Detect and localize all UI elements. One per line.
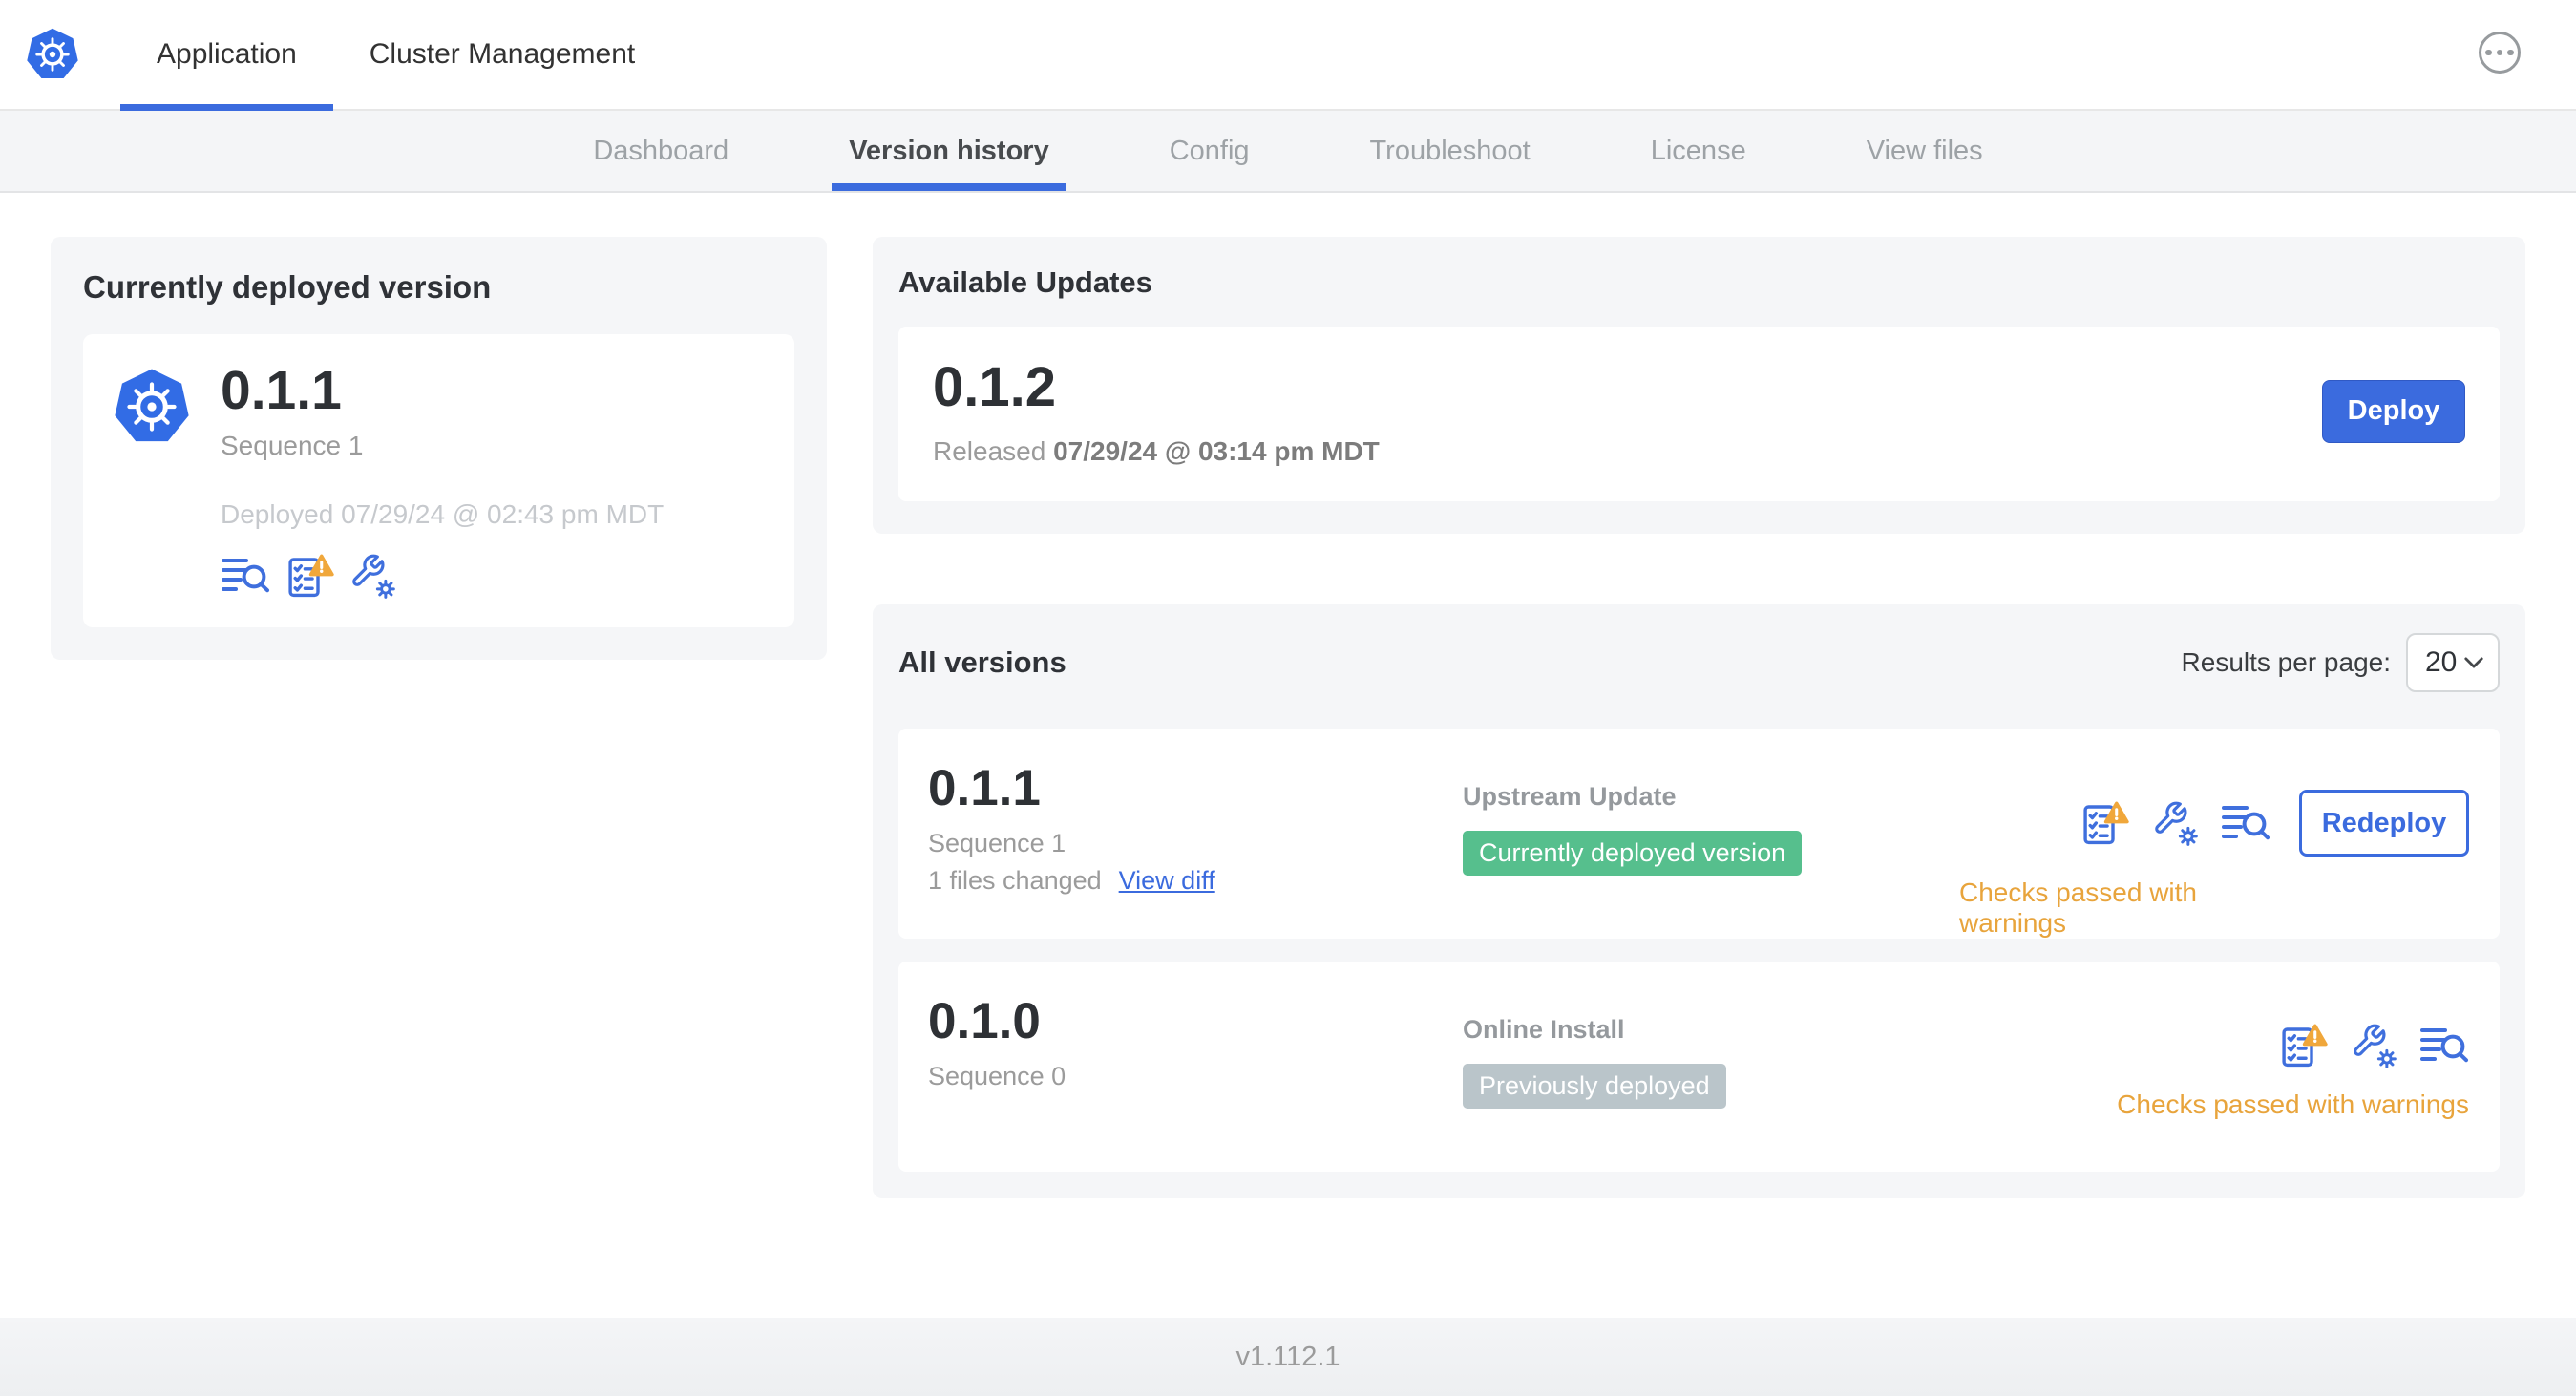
chevron-down-icon xyxy=(2463,656,2484,669)
version-action-icons: Redeploy xyxy=(2080,790,2469,857)
current-version-number: 0.1.1 xyxy=(221,360,342,421)
app-nav: Dashboard Version history Config Trouble… xyxy=(0,111,2576,193)
checks-status-text[interactable]: Checks passed with warnings xyxy=(2117,1089,2469,1120)
current-version-card: 0.1.1 Sequence 1 Deployed 07/29/24 @ 02:… xyxy=(83,334,794,627)
nav-tab-license[interactable]: License xyxy=(1634,111,1763,191)
header-tab-application[interactable]: Application xyxy=(120,0,333,111)
edit-config-icon[interactable] xyxy=(2152,800,2198,846)
all-versions-title: All versions xyxy=(898,645,1066,679)
all-versions-header: All versions Results per page: 20 xyxy=(898,633,2500,692)
nav-tab-config[interactable]: Config xyxy=(1152,111,1267,191)
deployment-status-badge: Previously deployed xyxy=(1463,1064,1726,1109)
currently-deployed-panel: Currently deployed version 0.1.1 Sequenc… xyxy=(51,237,827,660)
version-actions: Redeploy Checks passed with warnings xyxy=(1959,763,2481,939)
version-source: Upstream Update Currently deployed versi… xyxy=(1463,763,1959,939)
version-info: 0.1.0 Sequence 0 xyxy=(928,996,1463,1172)
edit-config-icon[interactable] xyxy=(2351,1023,2397,1068)
kubernetes-app-icon xyxy=(112,367,192,447)
top-header: Application Cluster Management xyxy=(0,0,2576,111)
view-diff-link[interactable]: View diff xyxy=(1119,866,1215,896)
version-action-icons xyxy=(2279,1023,2469,1068)
current-version-deployed-timestamp: Deployed 07/29/24 @ 02:43 pm MDT xyxy=(221,498,665,529)
available-updates-panel: Available Updates 0.1.2 Released 07/29/2… xyxy=(873,237,2525,534)
kubernetes-logo-icon xyxy=(25,27,80,82)
checks-status-text[interactable]: Checks passed with warnings xyxy=(1959,878,2278,939)
nav-tab-dashboard[interactable]: Dashboard xyxy=(576,111,746,191)
version-number: 0.1.1 xyxy=(928,760,1041,816)
ellipsis-icon xyxy=(2507,49,2514,56)
available-update-row: 0.1.2 Released 07/29/24 @ 03:14 pm MDT D… xyxy=(898,327,2500,501)
version-info: 0.1.1 Sequence 1 1 files changed View di… xyxy=(928,763,1463,939)
available-update-released: Released 07/29/24 @ 03:14 pm MDT xyxy=(933,436,1380,467)
current-version-actions xyxy=(221,553,664,599)
currently-deployed-title: Currently deployed version xyxy=(83,269,492,305)
console-version-text: v1.112.1 xyxy=(1235,1341,1341,1372)
current-version-info: 0.1.1 Sequence 1 Deployed 07/29/24 @ 02:… xyxy=(221,361,664,599)
main-content: Currently deployed version 0.1.1 Sequenc… xyxy=(0,193,2576,1198)
available-update-info: 0.1.2 Released 07/29/24 @ 03:14 pm MDT xyxy=(933,355,1380,467)
release-notes-icon[interactable] xyxy=(2221,800,2270,846)
header-tab-cluster-management[interactable]: Cluster Management xyxy=(333,0,671,109)
current-version-sequence: Sequence 1 xyxy=(221,430,364,460)
available-updates-title: Available Updates xyxy=(898,265,1152,299)
version-row: 0.1.1 Sequence 1 1 files changed View di… xyxy=(898,729,2500,939)
results-per-page-label: Results per page: xyxy=(2181,647,2391,677)
version-files-changed: 1 files changed View diff xyxy=(928,866,1463,896)
released-date: 07/29/24 @ 03:14 pm MDT xyxy=(1053,436,1380,466)
app-screen: Application Cluster Management Dashboard… xyxy=(0,0,2576,1396)
preflight-checks-warning-icon[interactable] xyxy=(285,553,334,599)
nav-tab-troubleshoot[interactable]: Troubleshoot xyxy=(1353,111,1548,191)
available-update-version: 0.1.2 xyxy=(933,356,1056,418)
app-footer: v1.112.1 xyxy=(0,1318,2576,1396)
released-prefix: Released xyxy=(933,436,1046,466)
version-source-label: Online Install xyxy=(1463,1015,1625,1044)
version-row: 0.1.0 Sequence 0 Online Install Previous… xyxy=(898,962,2500,1172)
redeploy-button[interactable]: Redeploy xyxy=(2299,790,2469,857)
nav-tab-version-history[interactable]: Version history xyxy=(832,111,1066,191)
release-notes-icon[interactable] xyxy=(2419,1023,2469,1068)
version-source-label: Upstream Update xyxy=(1463,782,1677,811)
results-per-page-value: 20 xyxy=(2425,646,2458,678)
version-number: 0.1.0 xyxy=(928,993,1041,1049)
release-notes-icon[interactable] xyxy=(221,553,270,599)
preflight-checks-warning-icon[interactable] xyxy=(2279,1023,2328,1068)
deploy-button[interactable]: Deploy xyxy=(2322,379,2465,443)
all-versions-panel: All versions Results per page: 20 0.1.1 … xyxy=(873,604,2525,1198)
header-tabs: Application Cluster Management xyxy=(120,0,671,111)
more-options-button[interactable] xyxy=(2479,32,2521,74)
results-per-page: Results per page: 20 xyxy=(2182,633,2500,692)
files-changed-text: 1 files changed xyxy=(928,866,1102,895)
results-per-page-select[interactable]: 20 xyxy=(2406,633,2500,692)
nav-tab-view-files[interactable]: View files xyxy=(1849,111,2000,191)
version-actions: Checks passed with warnings xyxy=(2117,996,2481,1172)
version-source: Online Install Previously deployed xyxy=(1463,996,1959,1172)
edit-config-icon[interactable] xyxy=(349,553,395,599)
ellipsis-icon xyxy=(2496,49,2503,56)
preflight-checks-warning-icon[interactable] xyxy=(2080,800,2129,846)
version-sequence: Sequence 1 xyxy=(928,829,1066,857)
deployment-status-badge: Currently deployed version xyxy=(1463,831,1803,876)
ellipsis-icon xyxy=(2485,49,2492,56)
right-column: Available Updates 0.1.2 Released 07/29/2… xyxy=(873,237,2525,1198)
version-sequence: Sequence 0 xyxy=(928,1062,1066,1090)
